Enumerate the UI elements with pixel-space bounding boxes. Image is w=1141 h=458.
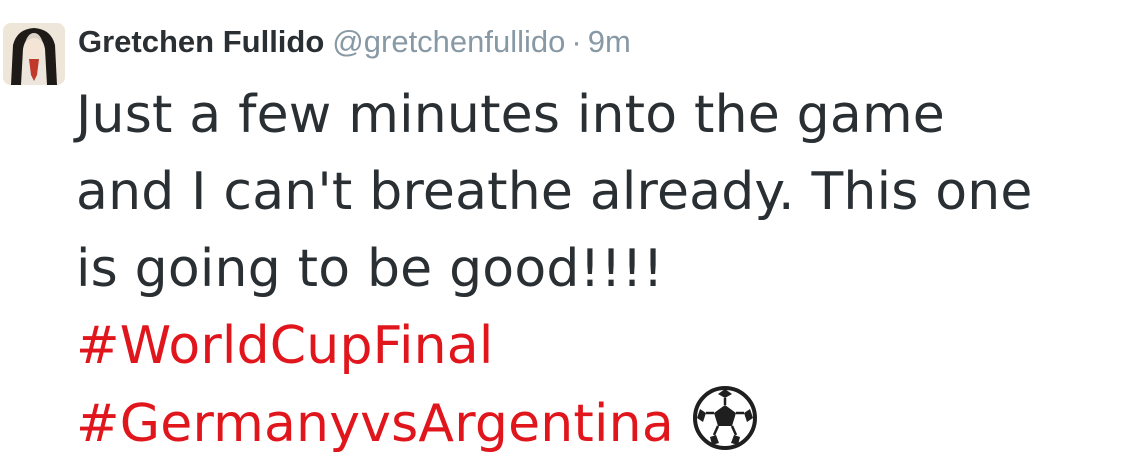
avatar[interactable] [3, 23, 65, 85]
hashtag-link[interactable]: #WorldCupFinal [76, 316, 494, 376]
separator: · [571, 24, 582, 59]
hashtag-line: #GermanyvsArgentina [76, 385, 1136, 458]
hashtag-link[interactable]: #GermanyvsArgentina [76, 394, 674, 454]
timestamp[interactable]: 9m [588, 24, 631, 59]
author-name[interactable]: Gretchen Fullido [78, 24, 324, 59]
tweet-text-line: is going to be good!!!! [76, 239, 664, 299]
soccer-ball-icon [692, 385, 758, 451]
tweet-header: Gretchen Fullido @gretchenfullido · 9m [78, 22, 631, 62]
tweet: Gretchen Fullido @gretchenfullido · 9m Just… [0, 0, 1141, 458]
tweet-text-line: and I can't breathe already. This one [76, 162, 1033, 222]
tweet-text-line: Just a few minutes into the game [76, 85, 945, 145]
profile-photo-icon [3, 23, 65, 85]
author-handle[interactable]: @gretchenfullido [332, 24, 565, 59]
tweet-text: Just a few minutes into the game and I c… [76, 77, 1136, 458]
hashtag-line: #WorldCupFinal [76, 308, 1136, 385]
